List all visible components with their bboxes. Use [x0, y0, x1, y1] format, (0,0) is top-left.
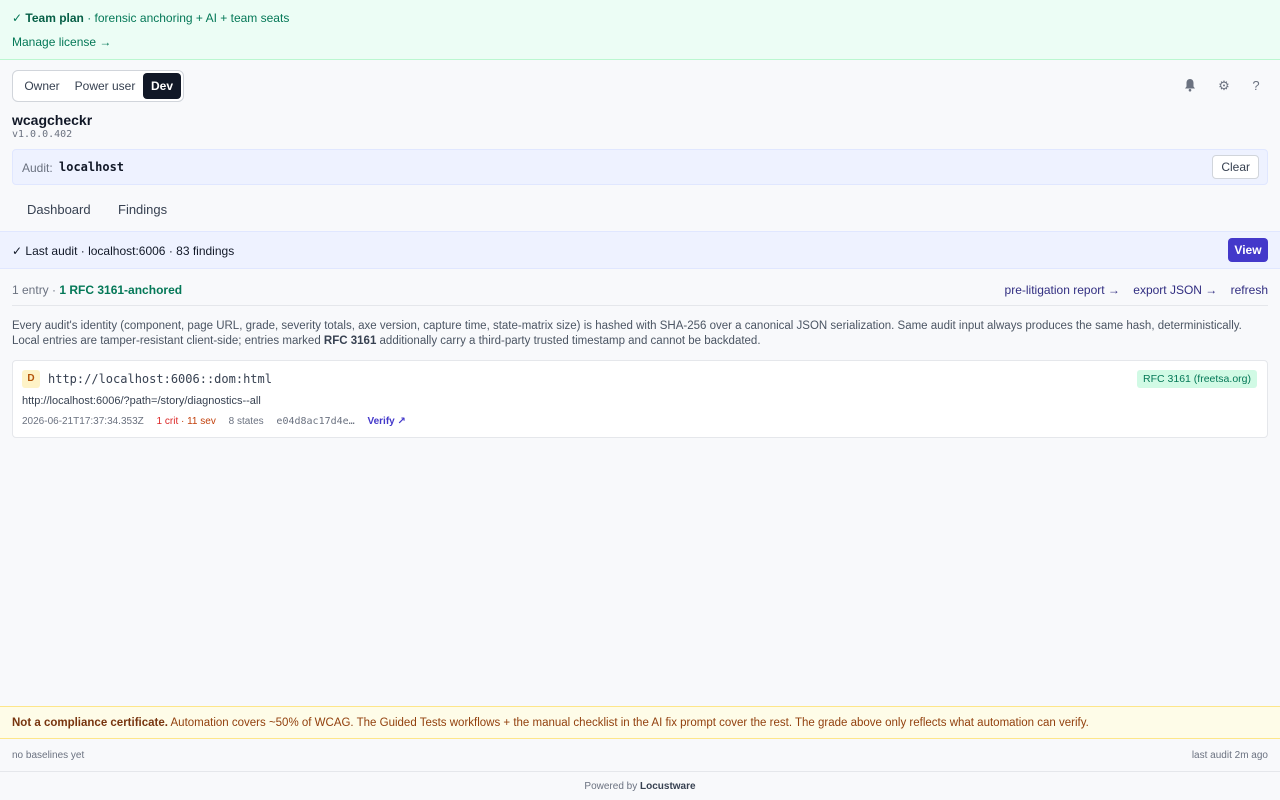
powered-by: Powered by Locustware — [0, 781, 1280, 792]
gear-icon[interactable]: ⚙ — [1216, 78, 1232, 94]
anchored-count: 1 RFC 3161-anchored — [59, 283, 183, 297]
entries-summary: 1 entry · 1 RFC 3161-anchored — [12, 283, 182, 297]
plan-banner: ✓ Team plan · forensic anchoring + AI + … — [0, 0, 1280, 60]
entry-url: http://localhost:6006/?path=/story/diagn… — [22, 395, 261, 407]
entries-actions: pre-litigation report → export JSON → re… — [995, 283, 1268, 297]
role-switcher: Owner Power user Dev — [12, 70, 184, 102]
role-power-user-button[interactable]: Power user — [71, 73, 139, 99]
audit-bar: Audit: localhost Clear — [12, 149, 1268, 185]
grade-badge: D — [22, 370, 40, 388]
notice-text: Not a compliance certificate. Automation… — [12, 717, 1089, 729]
verify-link[interactable]: Verify ↗ — [367, 416, 405, 427]
entry-hash: e04d8ac17d4e… — [276, 416, 355, 427]
description-text-end: additionally carry a third-party trusted… — [376, 335, 761, 347]
ledger-entry: D http://localhost:6006::dom:html RFC 31… — [12, 360, 1268, 438]
sev-count: · 11 sev — [178, 416, 216, 427]
tab-findings[interactable]: Findings — [118, 202, 167, 217]
clear-button[interactable]: Clear — [1212, 155, 1259, 179]
entry-timestamp: 2026-06-21T17:37:34.353Z — [22, 416, 144, 427]
audit-label: Audit: — [22, 161, 53, 175]
crit-count: 1 crit — [156, 416, 179, 427]
role-dev-button[interactable]: Dev — [143, 73, 181, 99]
tab-dashboard[interactable]: Dashboard — [27, 202, 91, 217]
role-owner-button[interactable]: Owner — [17, 73, 67, 99]
states-count: 8 states — [228, 416, 264, 427]
last-audit-bar: ✓ Last audit · localhost:6006 · 83 findi… — [0, 231, 1280, 269]
notice-title: Not a compliance certificate. — [12, 717, 168, 729]
notice-body: Automation covers ~50% of WCAG. The Guid… — [167, 717, 1089, 729]
description-rfc: RFC 3161 — [323, 335, 377, 347]
plan-line: ✓ Team plan · forensic anchoring + AI + … — [12, 11, 289, 25]
refresh-link[interactable]: refresh — [1231, 283, 1268, 297]
baselines-status: no baselines yet — [12, 750, 85, 761]
powered-prefix: Powered by — [584, 781, 640, 792]
last-audit-text: ✓ Last audit · localhost:6006 · 83 findi… — [12, 244, 235, 258]
brand-name: Locustware — [640, 781, 696, 792]
hash-description: Every audit's identity (component, page … — [12, 319, 1268, 349]
divider — [12, 305, 1268, 306]
manage-license-link[interactable]: Manage license → — [12, 35, 111, 49]
help-icon[interactable]: ? — [1248, 78, 1264, 94]
entries-count: 1 entry · — [12, 283, 60, 297]
entry-meta: 2026-06-21T17:37:34.353Z 1 crit · 11 sev… — [22, 416, 406, 427]
plan-name: Team plan — [25, 11, 84, 25]
footer-divider — [0, 771, 1280, 772]
export-json-link[interactable]: export JSON → — [1133, 283, 1217, 297]
entry-id: http://localhost:6006::dom:html — [48, 372, 272, 386]
check-icon: ✓ — [12, 11, 23, 25]
view-button[interactable]: View — [1228, 238, 1268, 262]
compliance-notice: Not a compliance certificate. Automation… — [0, 706, 1280, 739]
rfc-badge: RFC 3161 (freetsa.org) — [1137, 370, 1257, 388]
audit-target: localhost — [59, 160, 125, 174]
last-audit-time: last audit 2m ago — [1191, 750, 1268, 761]
bell-icon[interactable] — [1182, 78, 1198, 94]
app-name: wcagcheckr — [12, 112, 93, 128]
app-version: v1.0.0.402 — [12, 129, 73, 140]
pre-litigation-report-link[interactable]: pre-litigation report → — [1005, 283, 1120, 297]
plan-details: · forensic anchoring + AI + team seats — [83, 11, 290, 25]
